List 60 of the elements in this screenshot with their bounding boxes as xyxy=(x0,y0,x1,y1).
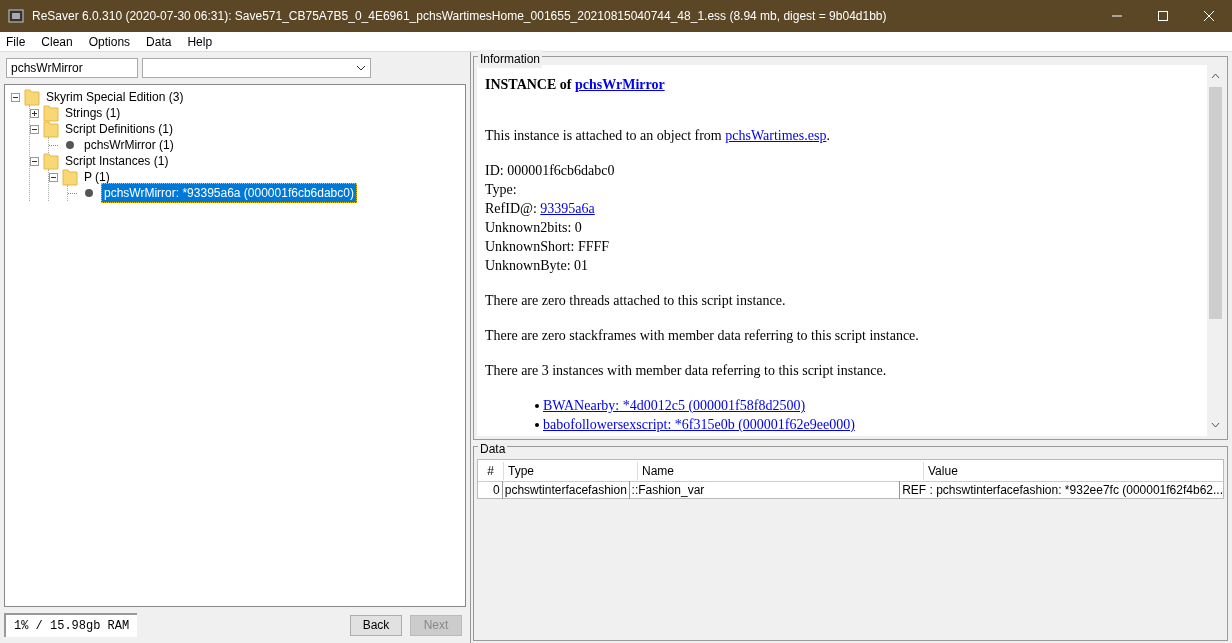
link[interactable]: babofollowersexscript: *6f315e0b (000001f62e9ee000) xyxy=(543,415,855,434)
column-header[interactable]: Type xyxy=(503,461,637,480)
panel-title: Information xyxy=(478,50,543,68)
folder-icon xyxy=(62,168,78,186)
tree-item[interactable]: Script Instances (1) xyxy=(63,152,171,170)
dot-icon xyxy=(66,141,74,149)
table-cell: ::Fashion_var xyxy=(628,481,900,499)
tree-item[interactable]: P (1) xyxy=(82,168,112,186)
info-line: ID: 000001f6cb6dabc0 xyxy=(485,162,616,180)
bullet-icon xyxy=(535,403,539,408)
filter-field[interactable]: pchsWrMirror xyxy=(6,58,138,78)
tree-item[interactable]: pchsWrMirror (1) xyxy=(82,136,176,154)
nav-button[interactable]: Back xyxy=(350,614,402,636)
link[interactable]: BWANearby: *4d0012c5 (000001f58f8d2500) xyxy=(543,396,806,415)
folder-icon xyxy=(43,152,59,170)
info-paragraph: There are zero threads attached to this script instance. xyxy=(485,292,787,310)
maximize-icon xyxy=(1158,11,1168,21)
chevron-down-icon xyxy=(356,65,366,71)
collapse-toggle[interactable] xyxy=(11,92,20,102)
collapse-toggle[interactable] xyxy=(30,156,39,166)
table-cell-text: 0 xyxy=(492,482,501,499)
tree-item[interactable]: Skyrim Special Edition (3) xyxy=(44,88,186,106)
info-paragraph: There are zero stackframes with member data referring to this script instance. xyxy=(485,327,920,345)
link[interactable]: pchsWrMirror xyxy=(575,77,665,92)
scrollbar[interactable] xyxy=(1207,65,1224,436)
menu-item[interactable]: Help xyxy=(185,32,215,51)
info-paragraph: There are 3 instances with member data referring to this script instance. xyxy=(485,362,888,380)
collapse-toggle[interactable] xyxy=(49,172,58,182)
close-icon xyxy=(1204,11,1214,21)
plus-icon xyxy=(31,109,38,117)
dot-icon xyxy=(85,189,93,197)
bullet-icon xyxy=(535,422,539,427)
menu-item[interactable]: File xyxy=(4,32,28,51)
folder-icon xyxy=(24,88,40,106)
table-cell: pchswtinterfacefashion xyxy=(501,481,629,499)
collapse-toggle[interactable] xyxy=(30,124,39,134)
folder-icon xyxy=(43,104,59,122)
memory-indicator: 1% / 15.98gb RAM xyxy=(4,613,138,637)
info-line: UnknownShort: FFFF xyxy=(485,238,611,256)
table-cell: REF : pchswtinterfacefashion: *932ee7fc (000001f62f4b62... xyxy=(899,481,1223,499)
menu-item[interactable]: Options xyxy=(86,32,133,51)
info-line: UnknownByte: 01 xyxy=(485,257,590,275)
tree-item[interactable]: Script Definitions (1) xyxy=(63,120,176,138)
info-line: Unknown2bits: 0 xyxy=(485,219,583,237)
link[interactable]: 93395a6a xyxy=(540,201,595,216)
info-line: Type: xyxy=(485,181,518,199)
column-header[interactable]: Value xyxy=(923,461,1223,480)
instance-heading: INSTANCE of pchsWrMirror xyxy=(485,76,666,94)
info-line: RefID@: 93395a6a xyxy=(485,200,596,218)
info-paragraph: This instance is attached to an object from pchsWartimes.esp. xyxy=(485,127,831,145)
folder-icon xyxy=(43,120,59,138)
tree-item[interactable]: pchsWrMirror: *93395a6a (000001f6cb6dabc0) xyxy=(101,183,357,203)
tree-item[interactable]: Strings (1) xyxy=(63,104,123,122)
column-header[interactable]: # xyxy=(478,461,503,480)
window-title: ReSaver 6.0.310 (2020-07-30 06:31): Save571_CB75A7B5_0_4E6961_pchsWartimesHome_001655_20210815040744_48_1.ess (8.94 mb, digest = 9b04d1bb) xyxy=(32,8,888,25)
menu-item[interactable]: Clean xyxy=(39,32,75,51)
column-header[interactable]: Name xyxy=(637,461,923,480)
expand-toggle[interactable] xyxy=(30,108,39,118)
app-icon xyxy=(8,9,24,23)
menu-item[interactable]: Data xyxy=(144,32,174,51)
